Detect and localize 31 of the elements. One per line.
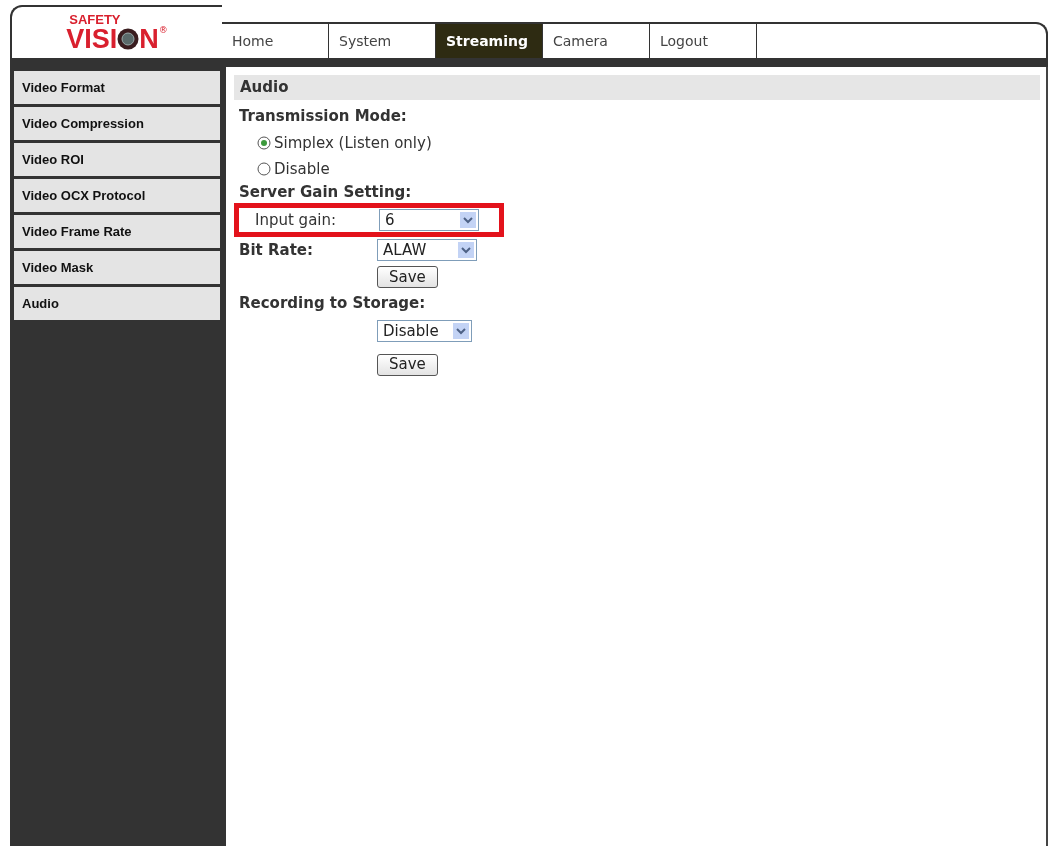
logo-text: N: [139, 25, 159, 53]
lens-icon: [117, 28, 140, 50]
save-button[interactable]: Save: [377, 353, 438, 376]
radio-label: Simplex (Listen only): [274, 132, 432, 154]
chevron-down-icon: [458, 242, 474, 259]
section-heading: Transmission Mode:: [239, 106, 408, 127]
sidebar-item[interactable]: Video Frame Rate: [14, 215, 220, 248]
section-heading: Recording to Storage:: [239, 292, 427, 314]
dropdown[interactable]: 6: [379, 209, 479, 231]
field-label: Input gain:: [255, 209, 338, 231]
logo-text: VISI: [66, 25, 118, 53]
sidebar-item[interactable]: Video Format: [14, 71, 220, 104]
chevron-down-icon: [460, 212, 476, 228]
section-title: Audio: [234, 75, 1040, 100]
sidebar-item[interactable]: Video ROI: [14, 143, 220, 176]
save-button[interactable]: Save: [377, 266, 438, 288]
section-heading: Server Gain Setting:: [239, 181, 413, 203]
registered-mark: ®: [158, 25, 168, 35]
field-label: Bit Rate:: [239, 240, 314, 261]
sidebar-item[interactable]: Video Mask: [14, 251, 220, 284]
sidebar-item[interactable]: Video OCX Protocol: [14, 179, 220, 212]
sidebar-item[interactable]: Audio: [14, 287, 220, 320]
radio-button[interactable]: [257, 135, 271, 150]
nav-tab[interactable]: Streaming: [436, 24, 543, 58]
radio-label: Disable: [274, 159, 330, 180]
chevron-down-icon: [453, 323, 469, 339]
dropdown[interactable]: Disable: [377, 320, 472, 342]
sidebar-item[interactable]: Video Compression: [14, 107, 220, 140]
logo-text: SAFETY: [69, 12, 121, 26]
dropdown[interactable]: ALAW: [377, 239, 477, 262]
radio-button[interactable]: [257, 162, 271, 177]
